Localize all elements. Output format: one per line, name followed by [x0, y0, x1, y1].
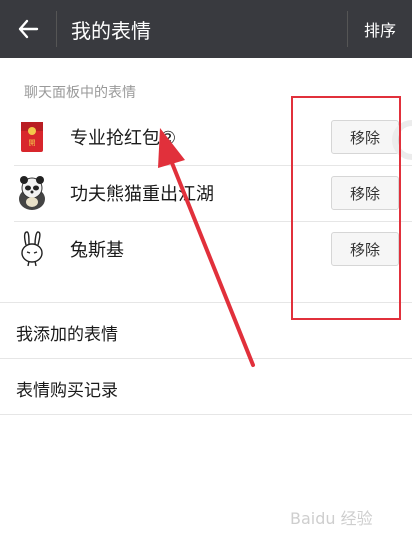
sticker-row: 功夫熊猫重出江湖 移除 [0, 165, 412, 221]
page-title: 我的表情 [71, 18, 151, 43]
svg-text:開: 開 [29, 139, 36, 147]
top-bar: 我的表情 排序 [0, 0, 412, 58]
purchase-history-link[interactable]: 表情购买记录 [16, 376, 118, 401]
tuzki-rabbit-icon [14, 231, 50, 267]
back-button[interactable] [0, 0, 56, 58]
section-label: 聊天面板中的表情 [24, 85, 136, 101]
menu-divider [0, 302, 412, 303]
red-envelope-icon: 開 [14, 119, 50, 155]
remove-button[interactable]: 移除 [331, 176, 399, 210]
header-divider [56, 11, 57, 47]
kungfu-panda-icon [14, 175, 50, 211]
sticker-row: 開 专业抢红包② 移除 [0, 109, 412, 165]
menu-divider [0, 414, 412, 415]
remove-button[interactable]: 移除 [331, 232, 399, 266]
sticker-row: 兔斯基 移除 [0, 221, 412, 277]
menu-divider [0, 358, 412, 359]
sticker-name: 兔斯基 [70, 240, 124, 261]
sticker-name: 专业抢红包② [70, 128, 177, 149]
sort-button[interactable]: 排序 [348, 17, 412, 41]
sticker-name: 功夫熊猫重出江湖 [70, 184, 214, 205]
remove-button[interactable]: 移除 [331, 120, 399, 154]
my-added-stickers-link[interactable]: 我添加的表情 [16, 320, 118, 345]
watermark: Baidu 经验 [290, 509, 373, 528]
back-arrow-icon [18, 19, 39, 39]
